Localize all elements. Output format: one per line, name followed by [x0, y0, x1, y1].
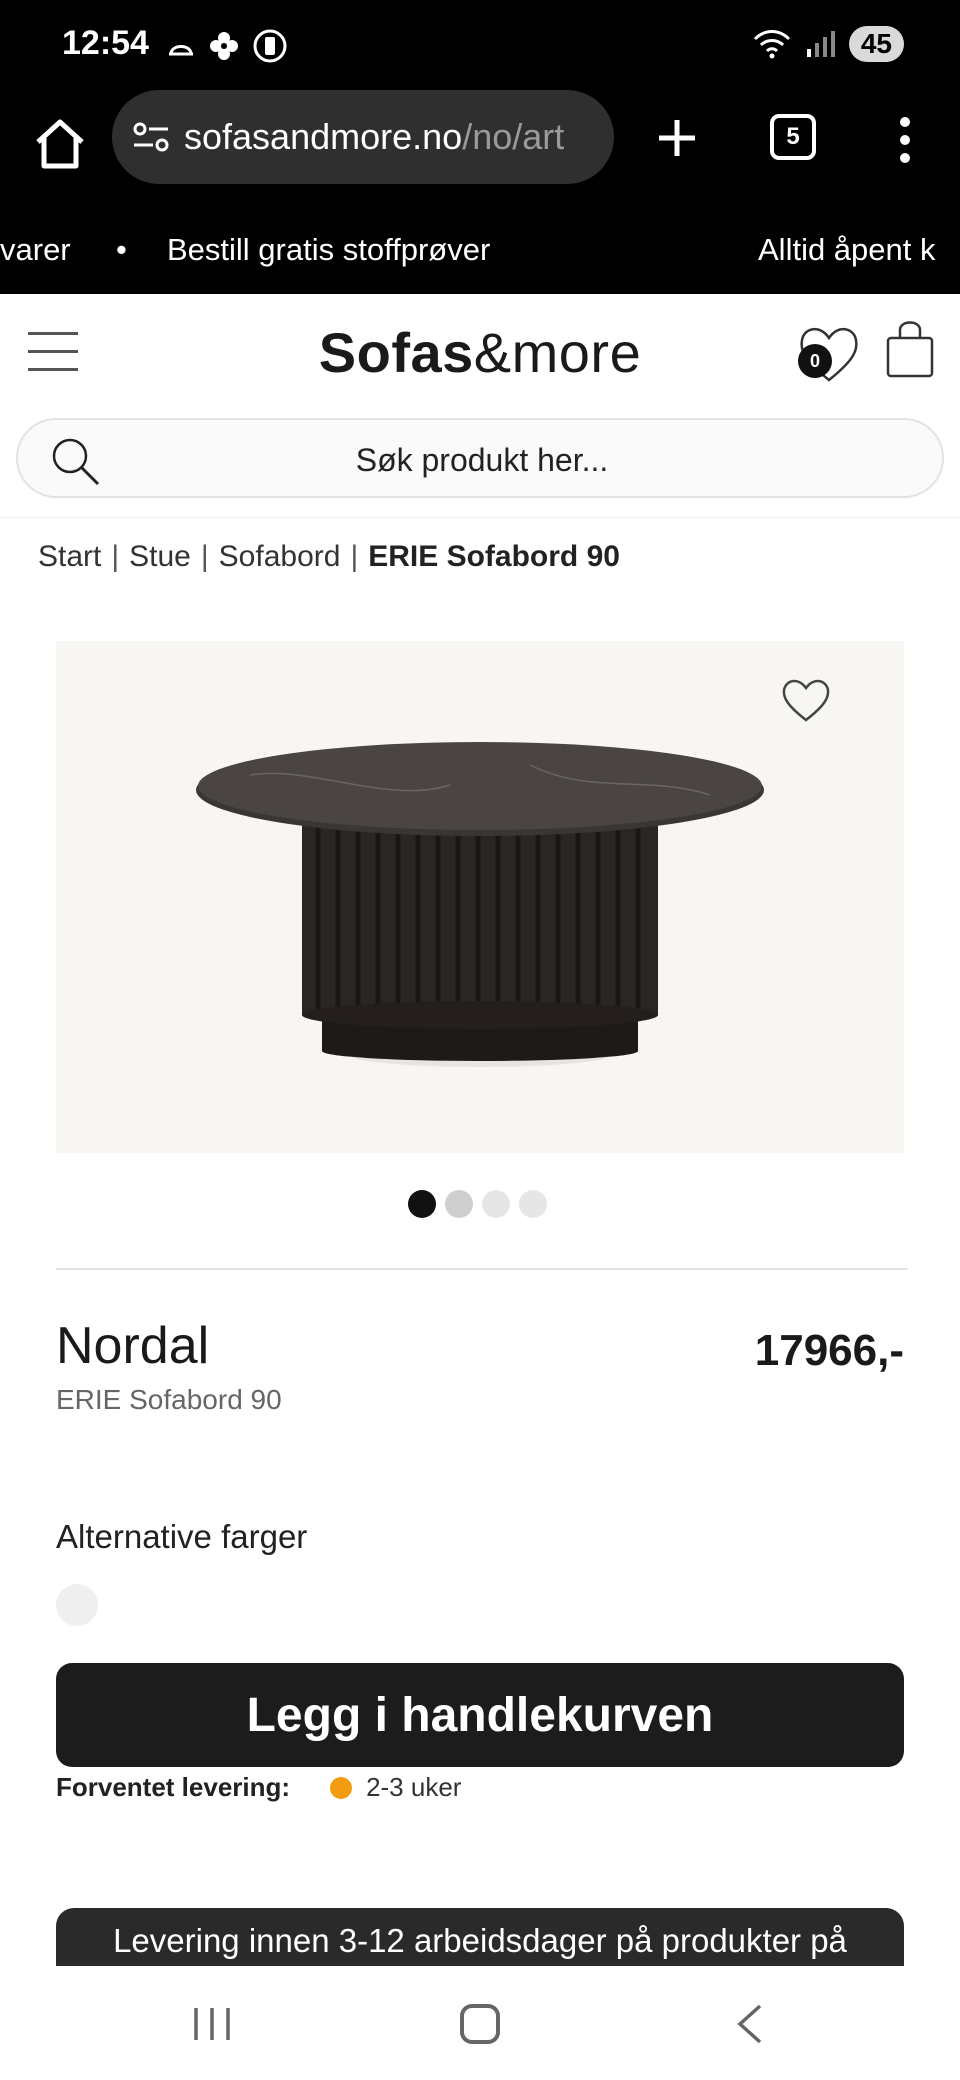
site-settings-icon[interactable]	[132, 120, 170, 154]
breadcrumb-stue[interactable]: Stue	[129, 540, 191, 573]
breadcrumb-separator: |	[111, 540, 120, 573]
tab-switcher-button[interactable]: 5	[770, 114, 816, 160]
pinwheel-icon	[210, 32, 238, 60]
breadcrumb-separator: |	[200, 540, 209, 573]
search-bar[interactable]: Søk produkt her...	[16, 418, 944, 498]
browser-toolbar: sofasandmore.no/no/art 5	[0, 90, 960, 202]
divider	[56, 1268, 908, 1270]
gallery-dot[interactable]	[482, 1190, 510, 1218]
add-to-cart-button[interactable]: Legg i handlekurven	[56, 1663, 904, 1767]
system-nav-bar	[0, 1966, 960, 2080]
search-input[interactable]: Søk produkt her...	[18, 442, 946, 479]
breadcrumb: Start | Stue | Sofabord | ERIE Sofabord 90	[38, 540, 620, 574]
back-icon[interactable]	[734, 2002, 764, 2046]
url-path: /no/art	[462, 116, 565, 157]
product-price: 17966,-	[754, 1326, 904, 1375]
status-icons-right: 45	[753, 26, 904, 62]
status-time: 12:54	[62, 24, 149, 62]
gallery-dot[interactable]	[408, 1190, 436, 1218]
logo-bold: Sofas	[318, 321, 474, 384]
status-icons-left	[166, 28, 288, 64]
delivery-estimate: Forventet levering: 2-3 uker	[56, 1772, 461, 1803]
gallery-pagination	[408, 1190, 547, 1218]
marquee-item: Alltid åpent k	[758, 232, 936, 267]
status-bar: 12:54 45	[0, 0, 960, 90]
battery-indicator: 45	[848, 26, 904, 62]
breadcrumb-separator: |	[350, 540, 359, 573]
color-swatch[interactable]	[56, 1584, 98, 1626]
shopping-bag-icon[interactable]	[884, 318, 936, 380]
breadcrumb-sofabord[interactable]: Sofabord	[219, 540, 341, 573]
coffee-table-image	[196, 742, 764, 1067]
kebab-menu-icon[interactable]	[890, 112, 920, 168]
product-name: ERIE Sofabord 90	[56, 1384, 282, 1415]
gallery-dot[interactable]	[519, 1190, 547, 1218]
wishlist-count-badge: 0	[798, 344, 832, 378]
marquee-item: varer	[0, 232, 71, 267]
url-domain: sofasandmore.no	[184, 116, 463, 157]
recent-apps-icon[interactable]	[190, 2006, 234, 2042]
delivery-status-dot	[330, 1776, 353, 1799]
logo-rest: &more	[473, 321, 642, 384]
url-bar[interactable]: sofasandmore.no/no/art	[112, 90, 614, 184]
breadcrumb-current: ERIE Sofabord 90	[368, 540, 620, 573]
url-text[interactable]: sofasandmore.no/no/art	[184, 116, 604, 158]
alternative-colors-label: Alternative farger	[56, 1518, 308, 1555]
marquee-item: Bestill gratis stoffprøver	[167, 232, 491, 267]
new-tab-icon[interactable]	[650, 108, 704, 168]
delivery-label: Forventet levering:	[56, 1772, 291, 1802]
marquee-bullet: •	[116, 232, 127, 267]
delivery-value: 2-3 uker	[366, 1772, 462, 1802]
cloud-icon	[169, 45, 193, 56]
signal-icon	[806, 31, 835, 57]
home-icon[interactable]	[28, 112, 92, 176]
wifi-icon	[753, 30, 790, 59]
home-nav-icon[interactable]	[460, 2004, 500, 2044]
site-header: Sofas&more 0 Søk produkt her...	[0, 294, 960, 518]
battery-saver-icon	[253, 29, 287, 63]
gallery-dot[interactable]	[445, 1190, 473, 1218]
promo-marquee: varer • Bestill gratis stoffprøver Allti…	[0, 202, 960, 294]
breadcrumb-start[interactable]: Start	[38, 540, 101, 573]
product-brand: Nordal	[56, 1317, 210, 1375]
add-to-wishlist-heart-icon[interactable]	[780, 676, 832, 724]
